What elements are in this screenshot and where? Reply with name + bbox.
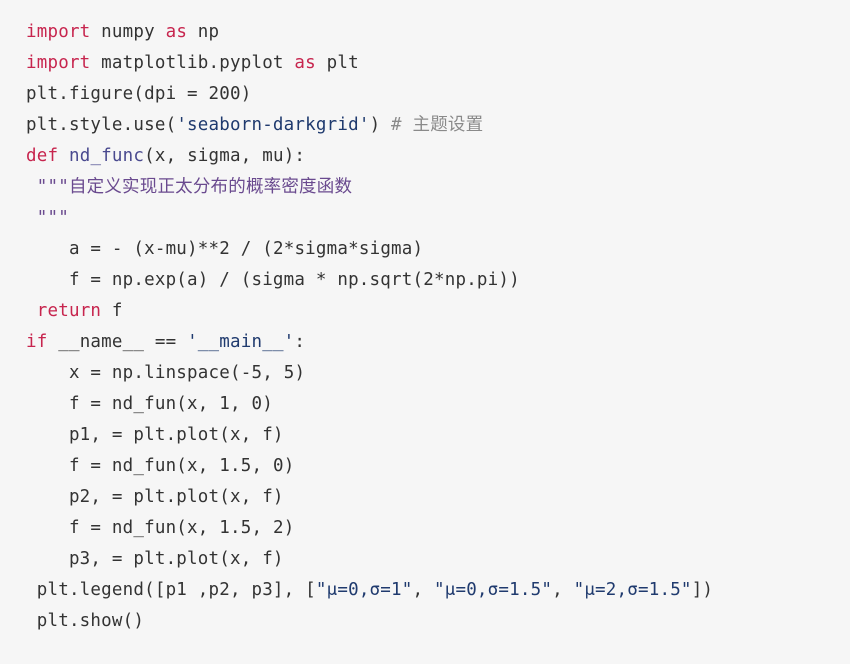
code-token-plain: matplotlib.pyplot [90, 53, 295, 73]
code-token-plain: ) [262, 394, 273, 414]
code-token-num: 1.5 [219, 518, 252, 538]
code-line[interactable]: import matplotlib.pyplot as plt [0, 48, 850, 79]
code-line[interactable]: a = - (x-mu)**2 / (2*sigma*sigma) [0, 234, 850, 265]
code-token-plain: a = - (x-mu)** [26, 239, 220, 259]
code-token-num: 0 [251, 394, 263, 414]
code-line[interactable]: plt.legend([p1 ,p2, p3], ["μ=0,σ=1", "μ=… [0, 575, 850, 606]
code-token-plain: ]) [691, 580, 714, 600]
code-token-kw: import [26, 53, 91, 73]
code-token-plain: (x, sigma, mu): [144, 146, 306, 166]
code-token-kw: import [26, 22, 91, 42]
code-token-doc: """ [36, 208, 69, 228]
code-token-num: 5 [283, 363, 295, 383]
code-token-plain: , [251, 518, 273, 538]
code-token-kw: as [294, 53, 316, 73]
code-token-plain: p1, = plt.plot(x, f) [26, 425, 284, 445]
code-token-plain: plt [315, 53, 359, 73]
code-token-plain: ) [369, 115, 392, 135]
code-token-com: # 主题设置 [391, 115, 484, 135]
code-token-plain: , [230, 394, 252, 414]
code-line[interactable]: return f [0, 296, 850, 327]
code-token-num: 0 [272, 456, 284, 476]
code-token-plain: plt.style.use( [26, 115, 177, 135]
code-token-plain: plt.show() [26, 611, 145, 631]
code-token-plain: f = nd_fun(x, [26, 456, 220, 476]
code-token-num: 5 [251, 363, 263, 383]
code-token-kw: if [26, 332, 48, 352]
code-line[interactable]: f = nd_fun(x, 1, 0) [0, 389, 850, 420]
code-token-plain: / ( [230, 239, 273, 259]
code-token-num: 2 [219, 239, 230, 259]
code-token-plain: numpy [90, 22, 166, 42]
code-token-plain: x = np.linspace(- [26, 363, 252, 383]
code-token-kw: return [36, 301, 102, 321]
code-token-num: 2 [423, 270, 434, 290]
code-line[interactable]: p1, = plt.plot(x, f) [0, 420, 850, 451]
code-token-plain: p2, = plt.plot(x, f) [26, 487, 284, 507]
code-line[interactable]: f = nd_fun(x, 1.5, 0) [0, 451, 850, 482]
code-token-plain: ) [283, 518, 295, 538]
code-token-plain: f [101, 301, 123, 321]
code-token-plain: *sigma*sigma) [283, 239, 424, 259]
code-line[interactable]: plt.style.use('seaborn-darkgrid') # 主题设置 [0, 110, 850, 141]
code-token-num: 1.5 [219, 456, 252, 476]
code-token-plain: ) [294, 363, 306, 383]
code-line[interactable]: if __name__ == '__main__': [0, 327, 850, 358]
code-token-str: "μ=0,σ=1.5" [433, 580, 553, 600]
code-token-doc: """自定义实现正太分布的概率密度函数 [36, 177, 353, 197]
code-token-plain: : [294, 332, 306, 352]
code-token-fn: nd_func [68, 146, 145, 166]
code-token-plain: plt.legend([p1 ,p2, p3], [ [26, 580, 316, 600]
code-line[interactable]: f = np.exp(a) / (sigma * np.sqrt(2*np.pi… [0, 265, 850, 296]
code-token-str: "μ=0,σ=1" [315, 580, 413, 600]
code-token-plain: , [251, 456, 273, 476]
code-line[interactable]: import numpy as np [0, 17, 850, 48]
code-token-plain: __name__ == [47, 332, 188, 352]
code-token-str: "μ=2,σ=1.5" [573, 580, 692, 600]
code-token-kw: def [26, 146, 59, 166]
code-token-plain: ) [240, 84, 252, 104]
code-token-plain: , [552, 580, 574, 600]
code-token-num: 2 [272, 239, 284, 259]
code-line[interactable]: f = nd_fun(x, 1.5, 2) [0, 513, 850, 544]
code-line[interactable]: """自定义实现正太分布的概率密度函数 [0, 172, 850, 203]
code-token-num: 2 [272, 518, 284, 538]
code-token-plain: f = np.exp(a) / (sigma * np.sqrt( [26, 270, 424, 290]
code-line[interactable]: plt.show() [0, 606, 850, 637]
code-block[interactable]: import numpy as np import matplotlib.pypl… [0, 0, 850, 664]
code-token-plain: *np.pi)) [433, 270, 520, 290]
code-line[interactable]: """ [0, 203, 850, 234]
code-token-plain: ) [283, 456, 295, 476]
code-token-plain: p3, = plt.plot(x, f) [26, 549, 284, 569]
code-token-str: '__main__' [187, 332, 295, 352]
code-token-num: 1 [219, 394, 230, 414]
code-line[interactable]: plt.figure(dpi = 200) [0, 79, 850, 110]
code-token-plain: f = nd_fun(x, [26, 518, 220, 538]
code-token-plain: , [412, 580, 434, 600]
code-token-plain: , [262, 363, 284, 383]
code-line[interactable]: p3, = plt.plot(x, f) [0, 544, 850, 575]
code-line[interactable]: p2, = plt.plot(x, f) [0, 482, 850, 513]
code-line[interactable]: x = np.linspace(-5, 5) [0, 358, 850, 389]
code-token-str: 'seaborn-darkgrid' [176, 115, 370, 135]
code-token-plain: np [187, 22, 220, 42]
code-line[interactable]: def nd_func(x, sigma, mu): [0, 141, 850, 172]
code-token-plain: f = nd_fun(x, [26, 394, 220, 414]
code-token-plain: plt.figure(dpi = [26, 84, 209, 104]
code-token-kw: as [165, 22, 188, 42]
code-token-num: 200 [208, 84, 241, 104]
